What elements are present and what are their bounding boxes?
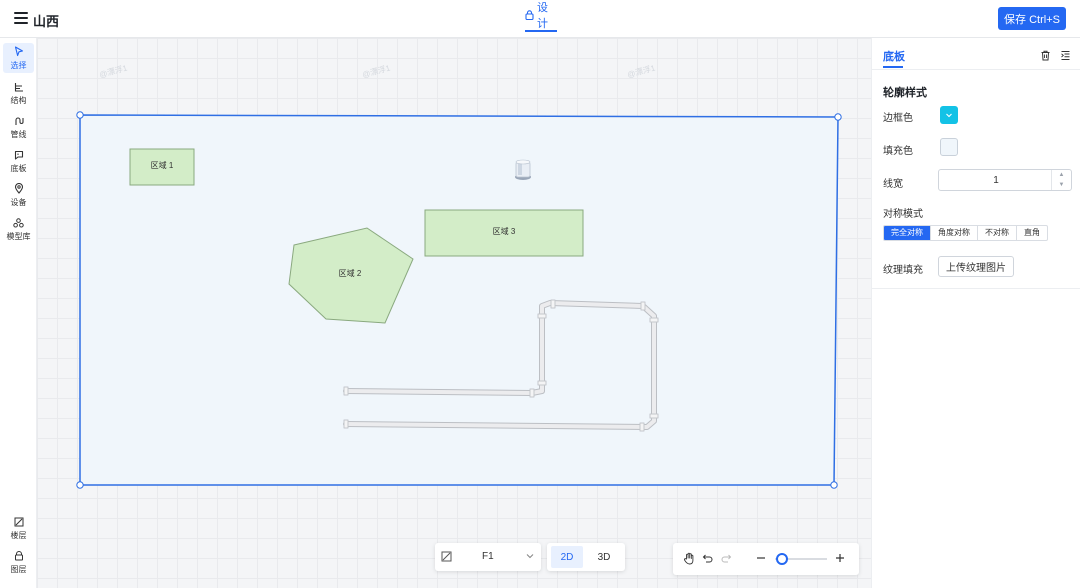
tool-structure[interactable]: 结构 [3, 78, 34, 108]
tool-model-library-label: 模型库 [6, 231, 31, 241]
view-2d-button[interactable]: 2D [551, 546, 583, 568]
floor-icon [13, 516, 25, 528]
stepper-down-icon[interactable]: ▼ [1052, 180, 1071, 190]
tool-select-label: 选择 [10, 60, 27, 70]
baseplate-icon [13, 149, 25, 161]
tool-pipeline[interactable]: 管线 [3, 112, 34, 142]
hand-pan-icon[interactable] [683, 552, 695, 565]
resize-handle[interactable] [76, 481, 84, 489]
view-toggle: 2D 3D [547, 543, 625, 571]
panel-divider [872, 288, 1080, 289]
tool-layer-label: 图层 [10, 564, 27, 574]
symmetry-option-full[interactable]: 完全对称 [884, 226, 930, 240]
device-pin-icon [13, 183, 25, 195]
zoom-slider-thumb[interactable] [776, 553, 788, 565]
resize-handle[interactable] [76, 111, 84, 119]
chevron-down-icon [526, 554, 534, 559]
texture-fill-label: 纹理填充 [883, 265, 923, 276]
region-3-label: 区域 3 [492, 227, 516, 236]
region-2-label: 区域 2 [338, 269, 362, 278]
tool-baseplate[interactable]: 底板 [3, 146, 34, 176]
upload-texture-button[interactable]: 上传纹理图片 [938, 256, 1014, 277]
properties-panel: 底板 轮廓样式 边框色 填充色 线宽 ▲ ▼ 对称模式 完全对称 角度对称 不对… [871, 38, 1080, 588]
collapse-panel-icon[interactable] [1060, 50, 1071, 61]
device-model-icon[interactable] [515, 159, 531, 180]
symmetry-mode-label: 对称模式 [883, 209, 923, 220]
model-library-icon [13, 217, 25, 229]
tool-select[interactable]: 选择 [3, 43, 34, 73]
resize-handle[interactable] [834, 113, 842, 121]
left-toolbar: 选择 结构 管线 底板 设备 模型库 楼层 图层 [0, 38, 37, 588]
border-color-label: 边框色 [883, 113, 913, 124]
tool-baseplate-label: 底板 [10, 163, 27, 173]
top-bar: 山西 设计 保存 Ctrl+S [0, 0, 1080, 38]
region-1-label: 区域 1 [150, 161, 174, 170]
tool-device[interactable]: 设备 [3, 180, 34, 210]
structure-icon [13, 81, 25, 93]
line-width-input[interactable]: ▲ ▼ [938, 169, 1072, 191]
zoom-in-icon[interactable] [834, 552, 846, 564]
canvas-controls [673, 543, 859, 575]
border-color-picker[interactable] [940, 106, 958, 124]
tool-layer[interactable]: 图层 [3, 547, 34, 577]
tool-floor-label: 楼层 [10, 530, 27, 540]
project-title: 山西 [33, 14, 60, 29]
symmetry-option-angle[interactable]: 角度对称 [930, 226, 977, 240]
tab-design-label: 设计 [537, 2, 548, 30]
line-width-field[interactable] [939, 170, 1053, 190]
cursor-icon [13, 46, 25, 58]
redo-icon[interactable] [720, 552, 732, 564]
resize-handle[interactable] [830, 481, 838, 489]
tool-structure-label: 结构 [10, 95, 27, 105]
save-button[interactable]: 保存 Ctrl+S [998, 7, 1066, 30]
tool-pipeline-label: 管线 [10, 129, 27, 139]
chevron-down-icon [946, 113, 952, 118]
tab-baseplate[interactable]: 底板 [883, 48, 905, 64]
symmetry-option-none[interactable]: 不对称 [977, 226, 1016, 240]
floor-select-value: F1 [482, 551, 494, 562]
layer-icon [13, 550, 25, 562]
delete-icon[interactable] [1040, 50, 1051, 61]
pipeline-icon [13, 115, 25, 127]
undo-icon[interactable] [702, 552, 714, 564]
panel-divider [872, 69, 1080, 70]
tab-active-indicator [883, 66, 903, 68]
floor-selector[interactable]: F1 [435, 543, 541, 571]
tool-floor[interactable]: 楼层 [3, 513, 34, 543]
symmetry-mode-segmented: 完全对称 角度对称 不对称 直角 [883, 225, 1048, 241]
section-title: 轮廓样式 [883, 87, 927, 99]
tool-model-library[interactable]: 模型库 [3, 214, 34, 244]
hamburger-menu-icon[interactable] [14, 12, 28, 24]
design-canvas[interactable]: @漂浮1 @漂浮1 @漂浮1 @漂浮1 @漂浮1 @漂浮1 @漂浮1 @漂浮1 … [37, 38, 871, 588]
line-width-stepper[interactable]: ▲ ▼ [1051, 170, 1071, 190]
lock-icon [525, 10, 534, 20]
tool-device-label: 设备 [10, 197, 27, 207]
symmetry-option-right-angle[interactable]: 直角 [1016, 226, 1047, 240]
fill-color-picker[interactable] [940, 138, 958, 156]
zoom-out-icon[interactable] [755, 552, 767, 564]
line-width-label: 线宽 [883, 179, 903, 190]
fill-color-label: 填充色 [883, 146, 913, 157]
view-3d-button[interactable]: 3D [588, 546, 620, 568]
tab-design[interactable]: 设计 [525, 0, 557, 32]
floorplan-icon [441, 551, 452, 562]
stepper-up-icon[interactable]: ▲ [1052, 170, 1071, 180]
